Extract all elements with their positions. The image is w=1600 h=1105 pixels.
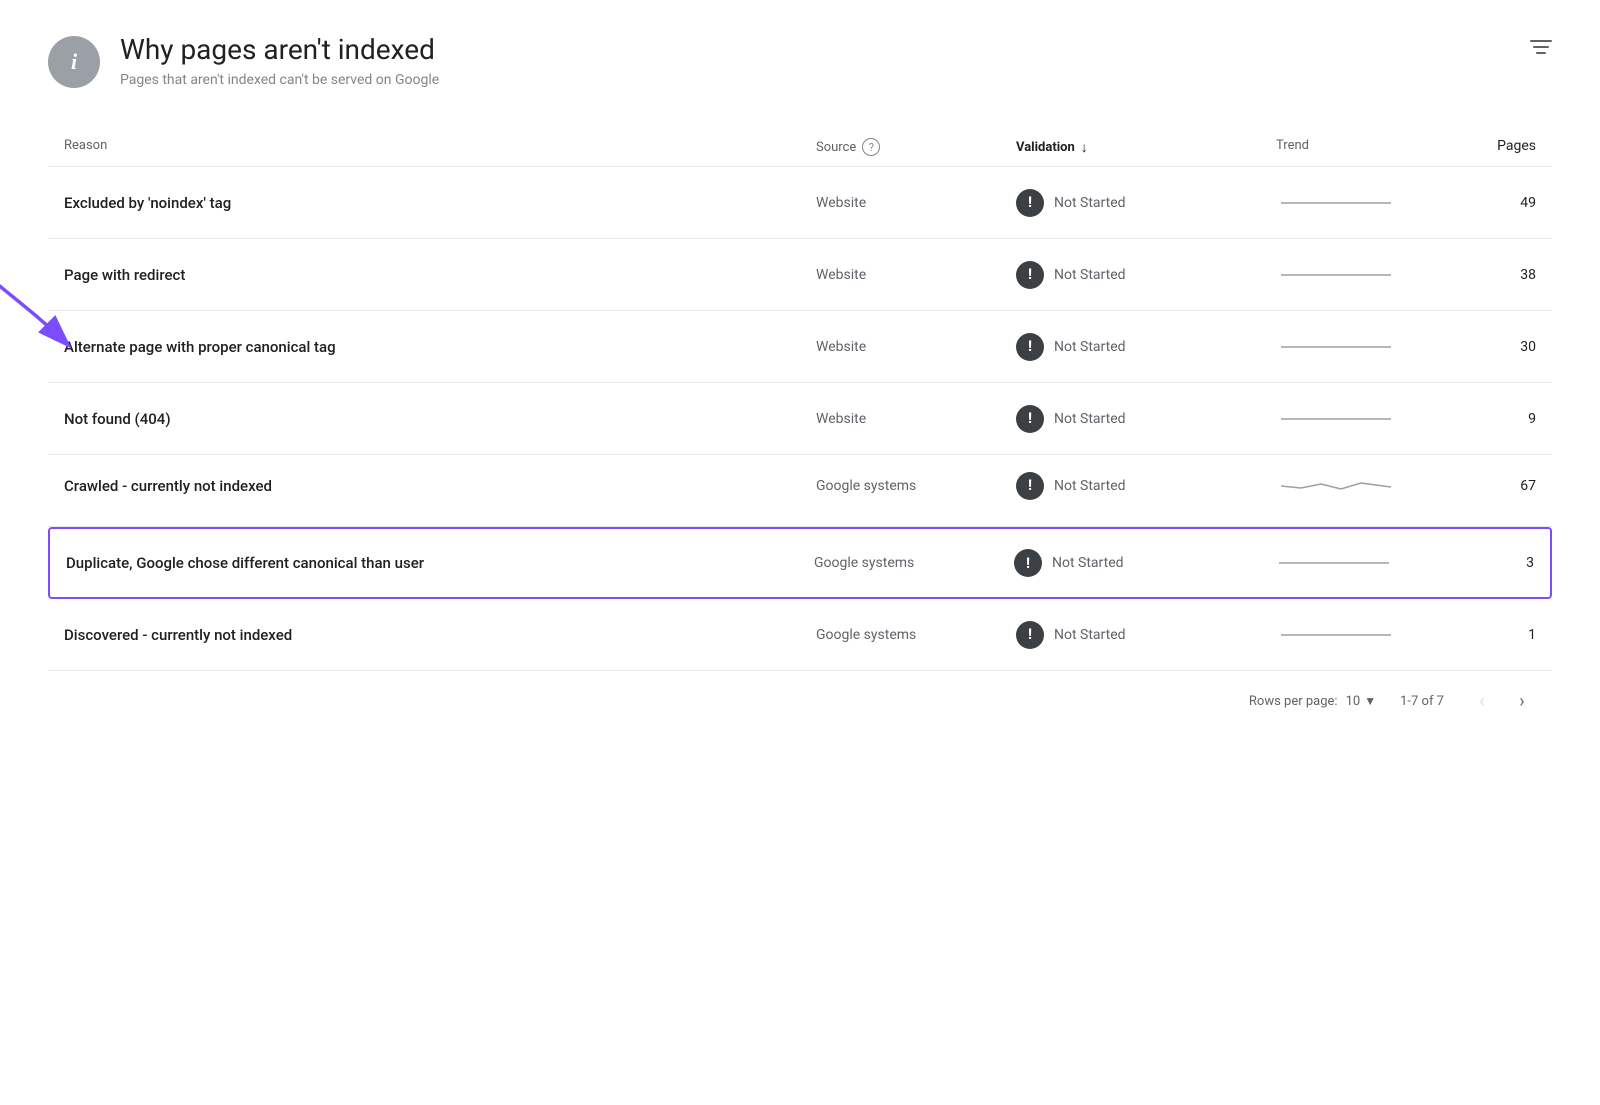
next-page-button[interactable]: › (1508, 687, 1536, 715)
col-header-pages: Pages (1456, 138, 1536, 156)
row-pages: 30 (1456, 339, 1536, 355)
row-pages: 3 (1454, 555, 1534, 571)
row-reason: Duplicate, Google chose different canoni… (66, 538, 814, 588)
row-source: Google systems (816, 478, 1016, 494)
row-reason: Excluded by 'noindex' tag (64, 178, 816, 228)
status-icon: ! (1016, 621, 1044, 649)
status-icon: ! (1016, 333, 1044, 361)
row-validation: ! Not Started (1016, 621, 1276, 649)
row-validation: ! Not Started (1016, 189, 1276, 217)
row-reason: Discovered - currently not indexed (64, 610, 816, 660)
row-trend (1274, 553, 1454, 573)
info-icon: i (48, 36, 100, 88)
status-text: Not Started (1054, 339, 1126, 355)
row-validation: ! Not Started (1016, 472, 1276, 500)
status-text: Not Started (1054, 267, 1126, 283)
row-reason: Page with redirect (64, 250, 816, 300)
header-text: Why pages aren't indexed Pages that aren… (120, 32, 439, 88)
rows-per-page-label: Rows per page: (1249, 694, 1338, 709)
row-pages: 1 (1456, 627, 1536, 643)
table-row-highlighted[interactable]: Duplicate, Google chose different canoni… (48, 527, 1552, 599)
page-subtitle: Pages that aren't indexed can't be serve… (120, 72, 439, 88)
row-trend (1276, 193, 1456, 213)
prev-page-button[interactable]: ‹ (1468, 687, 1496, 715)
trend-line (1276, 625, 1396, 645)
row-validation: ! Not Started (1014, 549, 1274, 577)
row-validation: ! Not Started (1016, 405, 1276, 433)
status-icon: ! (1016, 472, 1044, 500)
col-header-trend: Trend (1276, 138, 1456, 156)
status-text: Not Started (1054, 627, 1126, 643)
sort-arrow-icon: ↓ (1081, 139, 1088, 156)
status-text: Not Started (1054, 478, 1126, 494)
table-row[interactable]: Page with redirect Website ! Not Started… (48, 239, 1552, 311)
row-reason: Not found (404) (64, 394, 816, 444)
row-pages: 49 (1456, 195, 1536, 211)
row-source: Website (816, 267, 1016, 283)
row-source: Website (816, 195, 1016, 211)
table-row[interactable]: Excluded by 'noindex' tag Website ! Not … (48, 167, 1552, 239)
row-validation: ! Not Started (1016, 261, 1276, 289)
main-table: Reason Source ? Validation ↓ Trend Pages… (48, 128, 1552, 715)
row-trend (1276, 265, 1456, 285)
table-row[interactable]: Crawled - currently not indexed Google s… (48, 455, 1552, 527)
page-header: i Why pages aren't indexed Pages that ar… (48, 32, 1552, 88)
col-header-reason: Reason (64, 138, 816, 156)
col-header-source: Source ? (816, 138, 1016, 156)
rows-per-page-select[interactable]: 10 ▼ (1346, 694, 1377, 709)
pagination-nav: ‹ › (1468, 687, 1536, 715)
row-source: Website (816, 339, 1016, 355)
status-text: Not Started (1054, 411, 1126, 427)
page-title: Why pages aren't indexed (120, 32, 439, 68)
trend-line (1274, 553, 1394, 573)
pagination-info: 1-7 of 7 (1400, 694, 1444, 709)
status-icon: ! (1016, 405, 1044, 433)
table-footer: Rows per page: 10 ▼ 1-7 of 7 ‹ › (48, 671, 1552, 715)
trend-line (1276, 193, 1396, 213)
col-header-validation[interactable]: Validation ↓ (1016, 138, 1276, 156)
table-header: Reason Source ? Validation ↓ Trend Pages (48, 128, 1552, 167)
trend-line (1276, 337, 1396, 357)
trend-line (1276, 265, 1396, 285)
row-reason: Crawled - currently not indexed (64, 461, 816, 511)
status-icon: ! (1016, 261, 1044, 289)
status-text: Not Started (1054, 195, 1126, 211)
row-reason: Alternate page with proper canonical tag (64, 322, 816, 372)
table-row[interactable]: Not found (404) Website ! Not Started 9 (48, 383, 1552, 455)
rows-per-page-value: 10 (1346, 694, 1361, 709)
status-icon: ! (1016, 189, 1044, 217)
filter-icon[interactable] (1530, 40, 1552, 54)
trend-line (1276, 476, 1396, 496)
table-row[interactable]: Discovered - currently not indexed Googl… (48, 599, 1552, 671)
row-trend (1276, 476, 1456, 496)
table-row[interactable]: Alternate page with proper canonical tag… (48, 311, 1552, 383)
row-pages: 67 (1456, 478, 1536, 494)
row-pages: 38 (1456, 267, 1536, 283)
trend-line (1276, 409, 1396, 429)
row-source: Website (816, 411, 1016, 427)
status-icon: ! (1014, 549, 1042, 577)
row-source: Google systems (814, 555, 1014, 571)
rows-per-page: Rows per page: 10 ▼ (1249, 694, 1376, 709)
row-pages: 9 (1456, 411, 1536, 427)
row-source: Google systems (816, 627, 1016, 643)
row-validation: ! Not Started (1016, 333, 1276, 361)
dropdown-arrow-icon: ▼ (1364, 694, 1376, 708)
status-text: Not Started (1052, 555, 1124, 571)
row-trend (1276, 337, 1456, 357)
source-help-icon[interactable]: ? (862, 138, 880, 156)
row-trend (1276, 409, 1456, 429)
row-trend (1276, 625, 1456, 645)
